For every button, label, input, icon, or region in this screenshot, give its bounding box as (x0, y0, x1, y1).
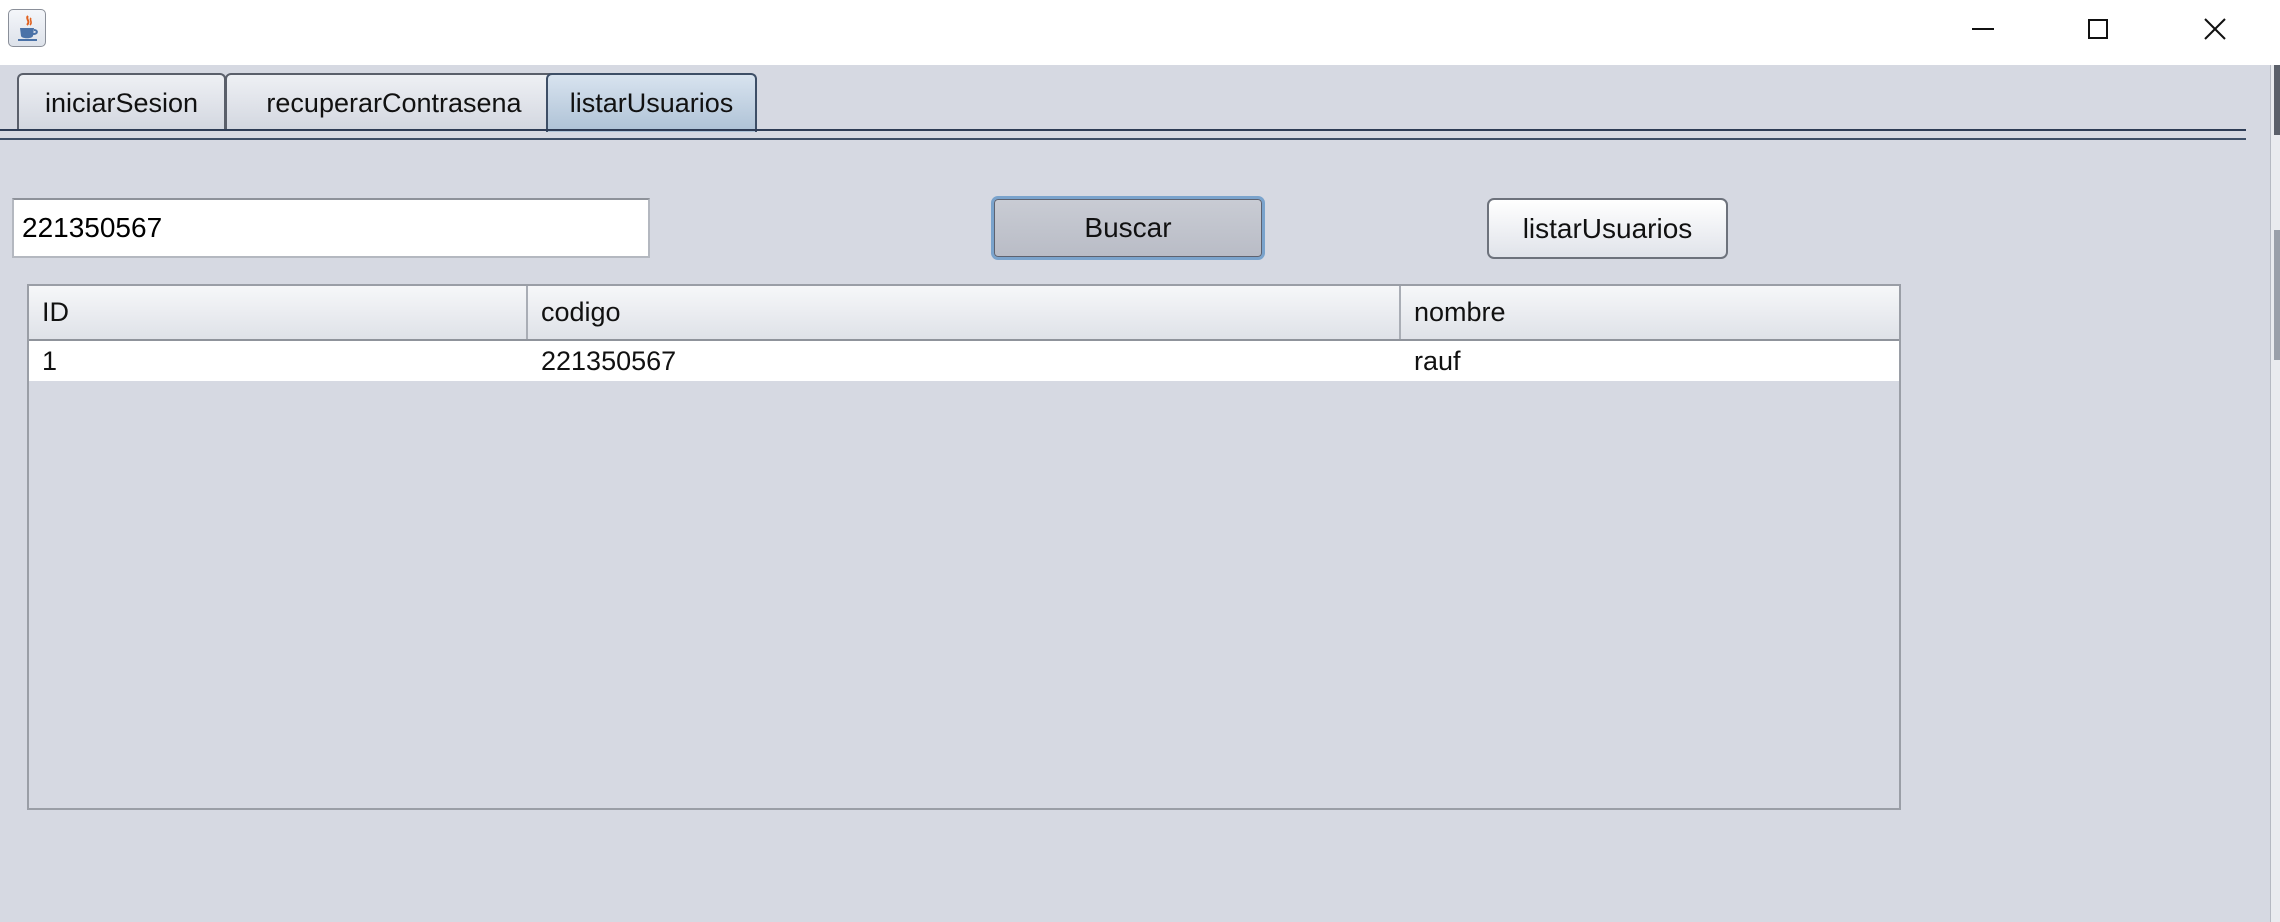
users-table: ID codigo nombre 1 221350567 rauf (27, 284, 1901, 810)
java-cup-icon[interactable] (8, 9, 46, 47)
search-input[interactable] (12, 198, 650, 258)
table-header: ID codigo nombre (29, 286, 1899, 341)
right-edge-thumb[interactable] (2274, 230, 2280, 360)
title-bar (0, 0, 2280, 65)
maximize-icon (2088, 19, 2108, 39)
minimize-icon (1972, 28, 1994, 30)
table-cell-id: 1 (42, 346, 58, 376)
minimize-button[interactable] (1928, 0, 2038, 58)
column-header-nombre[interactable]: nombre (1401, 286, 1899, 339)
column-header-codigo[interactable]: codigo (528, 286, 1401, 339)
table-cell-nombre: rauf (1414, 346, 1461, 376)
column-header-id[interactable]: ID (29, 286, 528, 339)
list-users-button[interactable]: listarUsuarios (1487, 198, 1728, 259)
maximize-button[interactable] (2043, 0, 2153, 58)
tab-divider-lower (0, 138, 2246, 140)
tab-iniciar-sesion[interactable]: iniciarSesion (17, 73, 226, 130)
tab-divider (0, 129, 2246, 131)
search-button[interactable]: Buscar (991, 196, 1265, 260)
tab-listar-usuarios[interactable]: listarUsuarios (546, 73, 757, 132)
table-row[interactable]: 1 221350567 rauf (29, 341, 1899, 381)
close-button[interactable] (2160, 0, 2270, 58)
right-scroll-edge[interactable] (2270, 65, 2280, 922)
tab-recuperar-contrasena[interactable]: recuperarContrasena (225, 73, 563, 130)
right-edge-dark-segment (2274, 65, 2280, 135)
close-icon (2204, 18, 2226, 40)
tab-label: listarUsuarios (569, 88, 734, 118)
tab-label: iniciarSesion (44, 88, 199, 118)
tab-label: recuperarContrasena (266, 88, 522, 118)
table-cell-codigo: 221350567 (541, 346, 677, 376)
